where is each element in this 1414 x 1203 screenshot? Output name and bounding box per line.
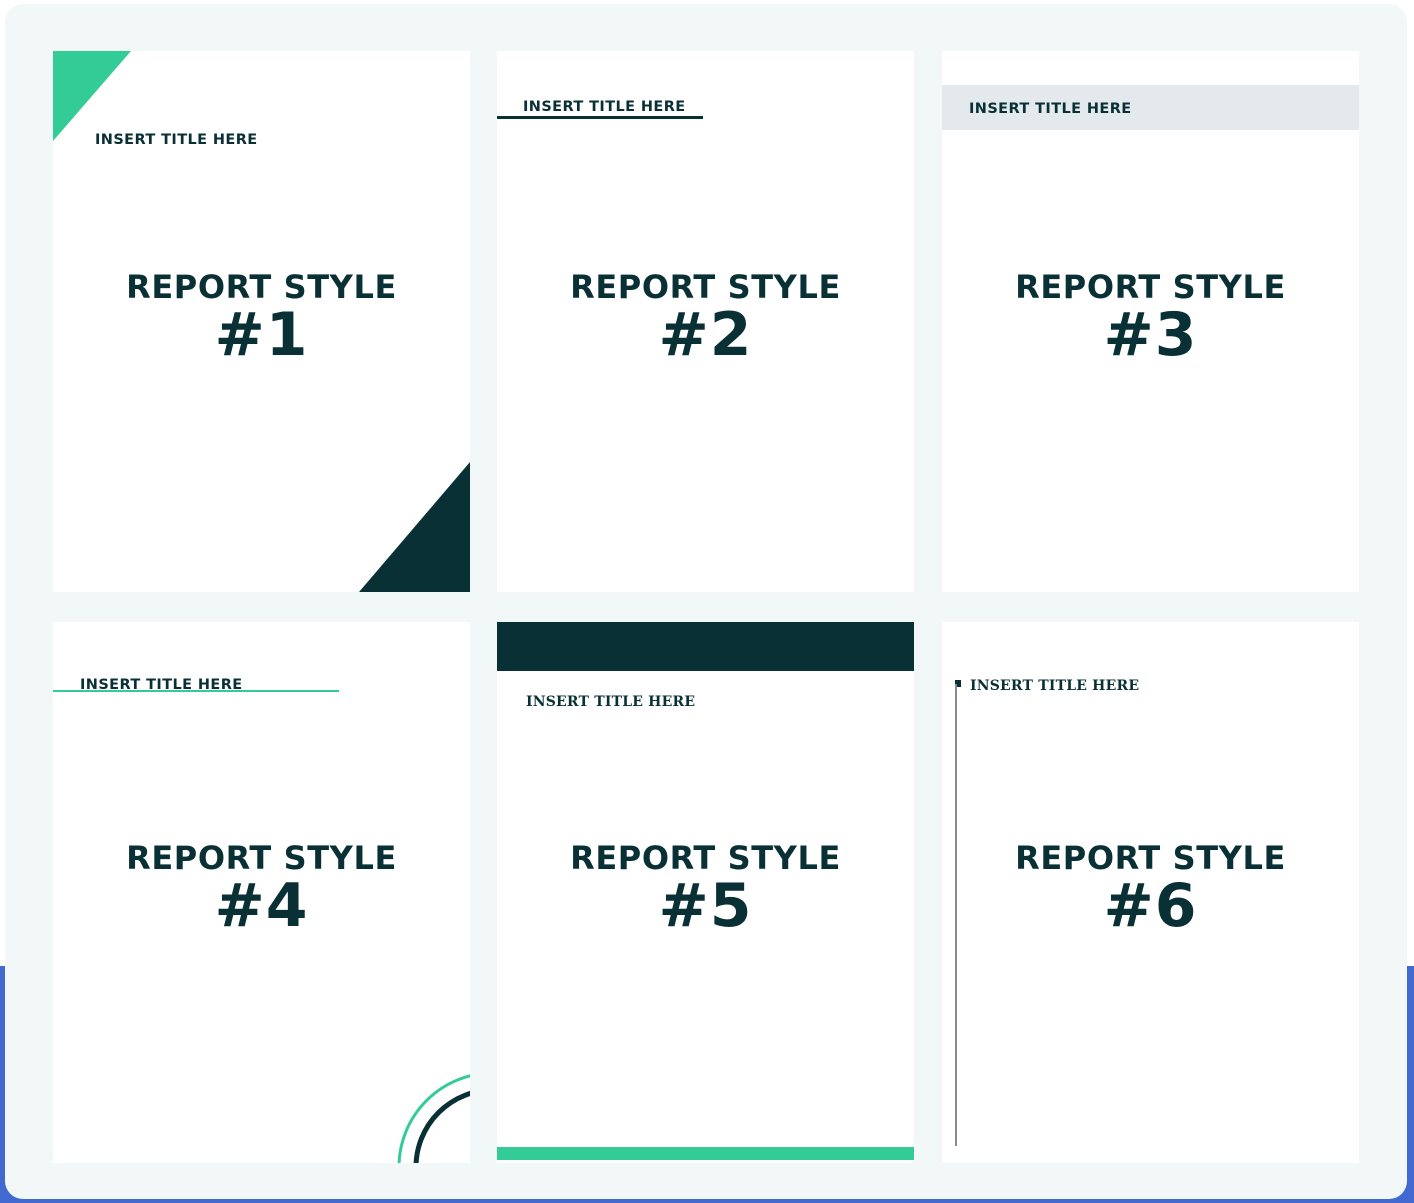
report-style-card-3[interactable]: INSERT TITLE HERE REPORT STYLE #3 [942,51,1359,592]
card-heading: REPORT STYLE #1 [53,267,470,370]
title-underline [497,116,703,119]
report-style-card-4[interactable]: INSERT TITLE HERE REPORT STYLE #4 [53,622,470,1163]
bottom-bar [497,1147,914,1160]
corner-arcs [397,1074,470,1163]
dark-corner-triangle [359,462,470,592]
card-title: INSERT TITLE HERE [526,694,696,710]
card-title: INSERT TITLE HERE [523,99,686,115]
card-heading: REPORT STYLE #3 [942,267,1359,370]
card-heading: REPORT STYLE #6 [942,838,1359,941]
card-title: INSERT TITLE HERE [95,132,258,148]
card-title: INSERT TITLE HERE [969,101,1132,117]
report-style-card-1[interactable]: INSERT TITLE HERE REPORT STYLE #1 [53,51,470,592]
report-style-gallery: INSERT TITLE HERE REPORT STYLE #1 INSERT… [5,4,1407,1199]
report-style-card-5[interactable]: INSERT TITLE HERE REPORT STYLE #5 [497,622,914,1163]
card-heading: REPORT STYLE #2 [497,267,914,370]
report-style-card-2[interactable]: INSERT TITLE HERE REPORT STYLE #2 [497,51,914,592]
style-number: #3 [1103,300,1198,370]
report-style-card-6[interactable]: INSERT TITLE HERE REPORT STYLE #6 [942,622,1359,1163]
style-number: #1 [214,300,309,370]
style-number: #6 [1103,871,1198,941]
style-number: #2 [658,300,753,370]
style-number: #5 [658,871,753,941]
top-bar [497,622,914,671]
card-title: INSERT TITLE HERE [970,678,1140,694]
card-heading: REPORT STYLE #5 [497,838,914,941]
green-corner-triangle [53,51,131,141]
